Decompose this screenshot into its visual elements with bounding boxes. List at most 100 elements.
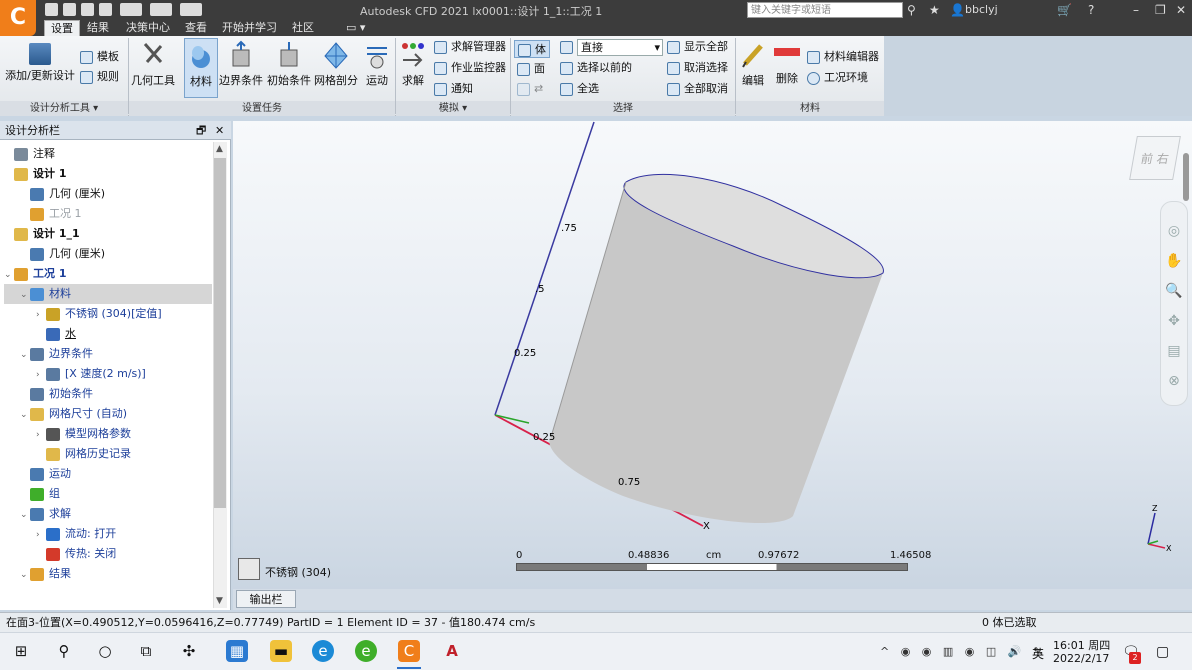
tab-community[interactable]: 社区 [286,20,320,36]
action-center-icon[interactable]: ▢ [1156,644,1169,660]
tree-item[interactable]: › 不锈钢 (304)[定值] [4,304,212,324]
tree-item[interactable]: 传热: 关闭 [4,544,212,564]
tree-item[interactable]: 水 [4,324,212,344]
star-icon[interactable]: ★ [929,3,940,17]
tree-item[interactable]: 注释 [4,144,212,164]
file-explorer-icon[interactable]: ▬ [270,640,292,662]
close-icon[interactable]: ✕ [1176,3,1186,17]
template-button[interactable]: 模板 [80,48,119,66]
select-previous-button[interactable]: 选择以前的 [560,59,632,77]
clock-time[interactable]: 16:01 周四 [1053,637,1110,653]
tree-item[interactable]: 运动 [4,464,212,484]
user-icon[interactable]: 👤 [950,3,965,17]
tree-item[interactable]: 几何 (厘米) [4,244,212,264]
collapse-chevron-icon[interactable]: › [36,525,46,545]
orbit-icon[interactable]: ✥ [1161,306,1187,336]
tree-item[interactable]: 工况 1 [4,204,212,224]
group-label-design-tools[interactable]: 设计分析工具 ▾ [0,101,128,116]
tree-item[interactable]: ⌄ 网格尺寸 (自动) [4,404,212,424]
group-label-simulation[interactable]: 模拟 ▾ [396,101,510,116]
tab-extra-icon[interactable]: ▭ ▾ [340,20,371,36]
task-view-icon[interactable]: ⧉ [135,640,157,662]
expand-chevron-icon[interactable]: ⌄ [20,405,30,425]
tree-item[interactable]: ⌄ 工况 1 [4,264,212,284]
cart-icon[interactable]: 🛒 [1057,3,1072,17]
viewcube[interactable]: 前 右 [1129,136,1181,180]
collapse-chevron-icon[interactable]: › [36,425,46,445]
steering-wheel-icon[interactable]: ◎ [1161,216,1187,246]
windows-start-icon[interactable]: ⊞ [10,640,32,662]
autodesk-icon[interactable]: A [441,640,463,662]
minimize-icon[interactable]: – [1133,3,1139,17]
deselect-button[interactable]: 取消选择 [667,59,728,77]
cortana-icon[interactable]: ○ [94,640,116,662]
expand-chevron-icon[interactable]: ⌄ [20,505,30,525]
pin-icon[interactable]: 🗗 [196,121,206,140]
zoom-icon[interactable]: 🔍 [1161,276,1187,306]
material-editor-button[interactable]: 材料编辑器 [807,48,879,66]
tree-item[interactable]: › 模型网格参数 [4,424,212,444]
expand-chevron-icon[interactable]: ⌄ [20,345,30,365]
tree-item[interactable]: ⌄ 结果 [4,564,212,584]
selection-mode-dropdown[interactable]: 直接 ▾ [577,39,663,56]
tree-item[interactable]: 几何 (厘米) [4,184,212,204]
search-icon[interactable]: ⚲ [53,640,75,662]
tree-item[interactable]: ⌄ 材料 [4,284,212,304]
solve-button[interactable]: 求解 [398,38,428,98]
tree-item[interactable]: 组 [4,484,212,504]
collapse-chevron-icon[interactable]: › [36,305,46,325]
show-all-button[interactable]: 显示全部 [667,38,728,56]
tree-item[interactable]: ⌄ 边界条件 [4,344,212,364]
output-tab[interactable]: 输出栏 [236,590,296,608]
print-icon[interactable] [180,3,202,16]
search-input[interactable]: 键入关键字或短语 [747,2,903,18]
tab-learn[interactable]: 开始并学习 [216,20,283,36]
viewport-scrollbar[interactable] [1183,153,1189,201]
tab-view[interactable]: 查看 [179,20,213,36]
expand-chevron-icon[interactable]: ⌄ [4,265,14,285]
save-icon[interactable] [81,3,94,16]
cfd-app-icon[interactable]: C [398,640,420,662]
geometry-tools-button[interactable]: 几何工具 [130,38,176,98]
select-face-button[interactable]: 面 [517,60,545,78]
tree-item[interactable]: 网格历史记录 [4,444,212,464]
save-all-icon[interactable] [99,3,112,16]
model-canvas[interactable]: .75 .5 0.25 0.25 0.75 X Z X [233,121,1192,610]
tab-setup[interactable]: 设置 [44,20,80,36]
reset-icon[interactable]: ⊗ [1161,366,1187,396]
tree-item[interactable]: ⌄ 求解 [4,504,212,524]
browser-icon[interactable]: e [355,640,377,662]
user-name[interactable]: bbclyj [965,3,998,16]
store-icon[interactable]: ▦ [226,640,248,662]
app-menu-button[interactable]: C [0,0,36,36]
clock-date[interactable]: 2022/2/17 [1053,652,1109,665]
add-update-design-button[interactable]: 添加/更新设计 [4,38,76,98]
select-edge-button[interactable]: ⇄ [517,80,543,98]
expand-chevron-icon[interactable]: ⌄ [20,565,30,585]
tree-item[interactable]: 设计 1 [4,164,212,184]
tree-item[interactable]: › [X 速度(2 m/s)] [4,364,212,384]
edge-browser-icon[interactable]: e [312,640,334,662]
mesh-button[interactable]: 网格剖分 [313,38,359,98]
select-volume-button[interactable]: 体 [514,40,550,58]
rules-button[interactable]: 规则 [80,68,119,86]
pan-icon[interactable]: ✋ [1161,246,1187,276]
tree-item[interactable]: 初始条件 [4,384,212,404]
boundary-conditions-button[interactable]: 边界条件 [219,38,263,98]
deselect-all-button[interactable]: 全部取消 [667,80,728,98]
restore-icon[interactable]: ❐ [1155,3,1166,17]
material-button[interactable]: 材料 [184,38,218,98]
input-language[interactable]: 英 [1032,645,1044,662]
help-icon[interactable]: ? [1088,3,1094,17]
environment-button[interactable]: 工况环境 [807,69,868,87]
view-icon[interactable] [120,3,142,16]
edit-material-button[interactable]: 编辑 [738,38,768,98]
open-icon[interactable] [63,3,76,16]
delete-material-button[interactable]: 删除 [771,38,803,98]
solve-manager-button[interactable]: 求解管理器 [434,38,506,56]
fit-icon[interactable] [150,3,172,16]
expand-chevron-icon[interactable]: ⌄ [20,285,30,305]
scroll-down-icon[interactable]: ▼ [216,596,223,606]
collapse-chevron-icon[interactable]: › [36,365,46,385]
tray-icons[interactable]: ^ ◉ ◉ ▥ ◉ ◫ 🔊 ✎ [880,645,1046,658]
